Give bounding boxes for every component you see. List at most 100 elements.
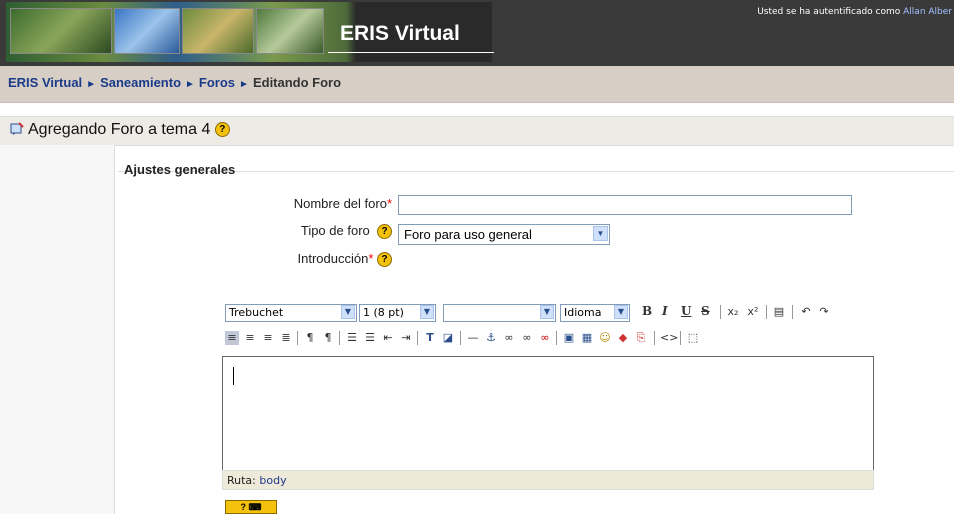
page-heading-bar: Agregando Foro a tema 4 ? [0,116,954,146]
breadcrumb-item-course[interactable]: Saneamiento [100,75,181,90]
align-left-icon[interactable]: ≡ [225,331,239,345]
type-label-text: Tipo de foro [300,223,370,238]
redo-icon[interactable]: ↷ [817,305,831,319]
breadcrumb-separator-icon: ► [86,79,97,90]
toolbar-separator [460,331,461,345]
path-label: Ruta: body [227,474,287,487]
font-size-select[interactable]: 1 (8 pt) ▼ [359,304,436,322]
toolbar-separator [339,331,340,345]
help-icon[interactable]: ? [214,122,230,138]
font-family-value: Trebuchet [229,306,284,319]
name-label: Nombre del foro* [240,196,392,211]
login-text: Usted se ha autentificado como [757,7,901,17]
path-link[interactable]: body [259,474,286,487]
special-char-icon[interactable]: ◆ [616,331,630,345]
breadcrumb: ERIS Virtual ► Saneamiento ► Foros ► Editando … [8,75,341,90]
required-mark: * [368,251,374,266]
italic-icon[interactable]: I [662,304,668,318]
required-mark: * [386,196,392,211]
fieldset-border [118,171,954,172]
heading-select[interactable]: ▼ [443,304,556,322]
font-size-value: 1 (8 pt) [363,306,404,319]
forum-type-select[interactable]: Foro para uso general ▼ [398,224,610,245]
toolbar-separator [297,331,298,345]
type-label: Tipo de foro ? [240,223,392,240]
fieldset-legend: Ajustes generales [124,162,236,177]
image-icon[interactable]: ▣ [562,331,576,345]
toolbar-separator [680,331,681,345]
breadcrumb-separator-icon: ► [239,79,249,90]
language-value: Idioma [564,306,602,319]
font-family-select[interactable]: Trebuchet ▼ [225,304,357,322]
html-source-icon[interactable]: <> [660,331,678,345]
table-icon[interactable]: ▦ [580,331,594,345]
breadcrumb-item-home[interactable]: ERIS Virtual [8,75,82,90]
navbar: ERIS Virtual ► Saneamiento ► Foros ► Editando … [0,66,954,103]
search-replace-icon[interactable]: ⎘ [634,331,648,345]
unordered-list-icon[interactable]: ☰ [363,331,377,345]
bold-icon[interactable]: B [642,304,652,318]
editor-textarea[interactable] [222,356,874,471]
nolink-icon[interactable]: ∞ [538,331,552,345]
left-column [0,145,115,514]
indent-icon[interactable]: ⇥ [399,331,413,345]
toolbar-separator [720,305,721,319]
underline-icon[interactable]: U [681,304,691,318]
toolbar-separator [417,331,418,345]
page-title: Agregando Foro a tema 4 ? [28,121,230,139]
editor-statusbar: Ruta: body [222,470,874,490]
text-caret [233,367,234,385]
rtl-icon[interactable]: ¶ [321,331,335,345]
site-header: ERIS Virtual Usted se ha autentificado c… [0,0,954,66]
strikethrough-icon[interactable]: S [701,304,710,318]
language-select[interactable]: Idioma ▼ [560,304,630,322]
horizontal-rule-icon[interactable]: — [466,331,480,345]
site-banner[interactable]: ERIS Virtual [6,2,494,62]
undo-icon[interactable]: ↶ [799,305,813,319]
banner-photo [182,8,254,54]
editor-toolbar-row-2: ≡ ≡ ≡ ≣ ¶ ¶ ☰ ☰ ⇤ ⇥ T ◪ — ⚓ ∞ ∞ ∞ ▣ ▦ ☺ … [222,326,874,350]
html-editor: Trebuchet ▼ 1 (8 pt) ▼ ▼ Idioma ▼ B I U S x… [222,296,874,496]
forum-icon [10,122,24,135]
help-icon[interactable]: ? [377,224,392,240]
toolbar-separator [766,305,767,319]
background-color-icon[interactable]: ◪ [441,331,455,345]
breadcrumb-item-forums[interactable]: Foros [199,75,235,90]
login-info: Usted se ha autentificado como Allan Alb… [757,7,952,17]
ordered-list-icon[interactable]: ☰ [345,331,359,345]
forum-type-value: Foro para uso general [404,227,532,242]
user-link[interactable]: Allan Alber [903,7,952,17]
intro-label-text: Introducción [297,251,369,266]
toolbar-separator [654,331,655,345]
title-underline [328,52,494,53]
superscript-icon[interactable]: x² [746,305,760,319]
outdent-icon[interactable]: ⇤ [381,331,395,345]
align-right-icon[interactable]: ≡ [261,331,275,345]
chevron-down-icon: ▼ [420,305,434,319]
fullscreen-icon[interactable]: ⬚ [686,331,700,345]
banner-photo [114,8,180,54]
name-label-text: Nombre del foro [293,196,387,211]
forum-name-input[interactable] [398,195,852,215]
clean-word-icon[interactable]: ▤ [772,305,786,319]
chevron-down-icon: ▼ [614,305,628,319]
ltr-icon[interactable]: ¶ [303,331,317,345]
breadcrumb-item-current: Editando Foro [252,75,342,90]
subscript-icon[interactable]: x₂ [726,305,740,319]
toolbar-separator [792,305,793,319]
page-title-text: Agregando Foro a tema 4 [28,121,211,138]
banner-photo [10,8,112,54]
toolbar-separator [556,331,557,345]
unlink-icon[interactable]: ∞ [520,331,534,345]
keyboard-help-icon[interactable]: ? ⌨ [225,500,277,514]
smiley-icon[interactable]: ☺ [598,331,612,345]
help-icon[interactable]: ? [377,252,392,268]
anchor-icon[interactable]: ⚓ [484,331,498,345]
site-title: ERIS Virtual [340,22,460,45]
text-color-icon[interactable]: T [423,331,437,345]
align-center-icon[interactable]: ≡ [243,331,257,345]
link-icon[interactable]: ∞ [502,331,516,345]
editor-toolbar-row-1: Trebuchet ▼ 1 (8 pt) ▼ ▼ Idioma ▼ B I U S x… [222,300,874,324]
breadcrumb-separator-icon: ► [185,79,195,90]
justify-icon[interactable]: ≣ [279,331,293,345]
